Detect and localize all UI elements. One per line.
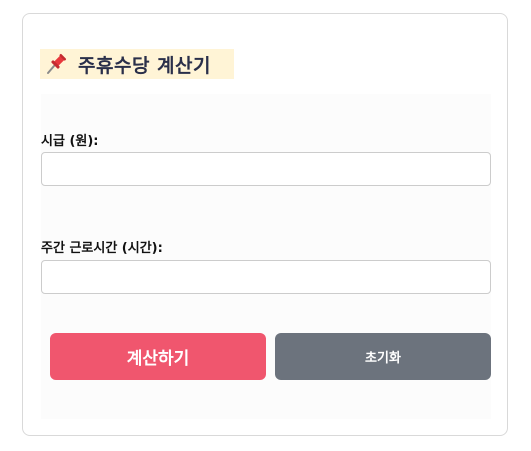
calculate-button[interactable]: 계산하기 xyxy=(50,333,266,380)
weekly-hours-input[interactable] xyxy=(41,260,491,294)
hourly-wage-input[interactable] xyxy=(41,152,491,186)
page-title: 주휴수당 계산기 xyxy=(40,49,234,79)
pushpin-icon xyxy=(44,52,68,76)
page-title-text: 주휴수당 계산기 xyxy=(78,54,211,77)
weekly-hours-label: 주간 근로시간 (시간): xyxy=(41,241,163,256)
hourly-wage-label: 시급 (원): xyxy=(41,134,99,149)
reset-button[interactable]: 초기화 xyxy=(275,333,491,380)
